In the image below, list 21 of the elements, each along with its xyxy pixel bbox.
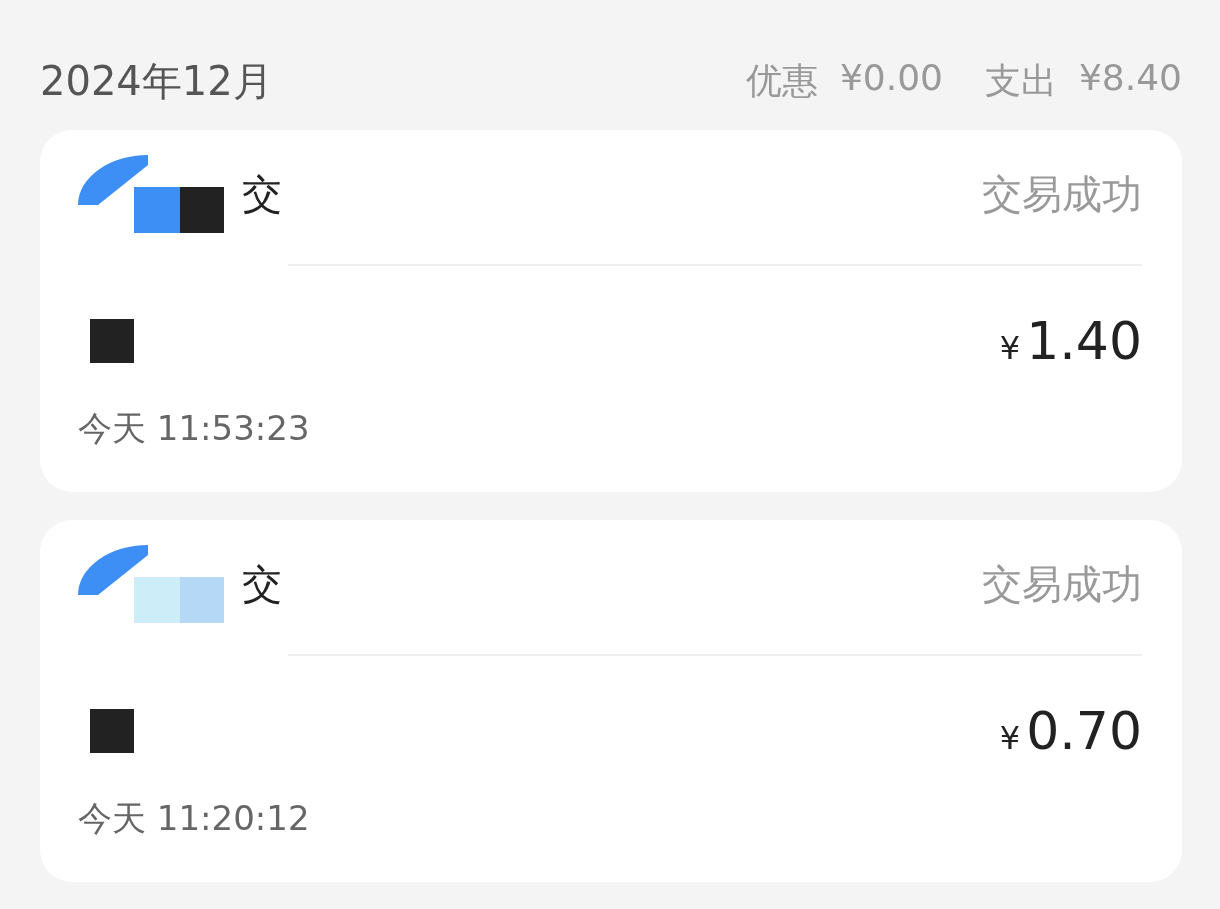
status-text: 交易成功 <box>982 559 1142 609</box>
currency-symbol: ¥ <box>999 329 1021 367</box>
transaction-card[interactable]: 交 交易成功 ¥1.40 今天 11:53:23 <box>40 130 1182 492</box>
month-title: 2024年12月 <box>40 56 273 106</box>
discount-amount: ¥0.00 <box>839 56 943 100</box>
merchant-name: 交 <box>242 559 282 609</box>
time-text: 今天 11:53:23 <box>78 407 311 450</box>
logo-icon <box>78 155 226 233</box>
logo-icon <box>78 545 226 623</box>
status-text: 交易成功 <box>982 169 1142 219</box>
time-text: 今天 11:20:12 <box>78 797 311 840</box>
transaction-card[interactable]: 交 交易成功 ¥0.70 今天 11:20:12 <box>40 520 1182 882</box>
expense-amount: ¥8.40 <box>1078 56 1182 100</box>
merchant-name: 交 <box>242 169 282 219</box>
redaction-block <box>90 709 134 753</box>
amount-text: 0.70 <box>1026 701 1142 761</box>
expense-label: 支出 <box>984 58 1057 103</box>
amount-text: 1.40 <box>1026 311 1142 371</box>
currency-symbol: ¥ <box>999 719 1021 757</box>
redaction-block <box>90 319 134 363</box>
discount-label: 优惠 <box>745 58 818 103</box>
